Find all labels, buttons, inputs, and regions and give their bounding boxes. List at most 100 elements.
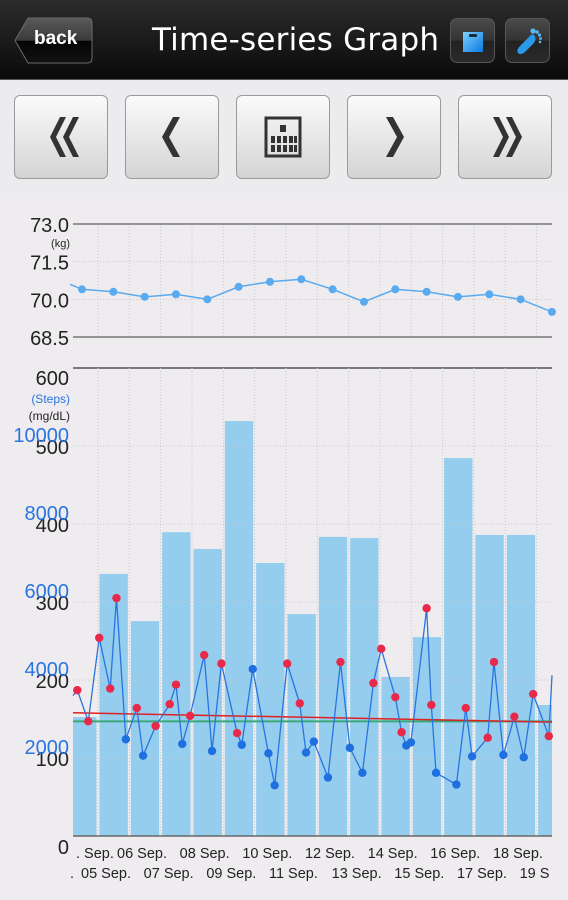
weight-data-point xyxy=(109,287,118,296)
glucose-data-point xyxy=(84,717,93,726)
glucose-data-point xyxy=(232,728,242,738)
weight-y-tick-label: 73.0 xyxy=(30,215,69,237)
glucose-data-point xyxy=(151,721,160,731)
glucose-data-point xyxy=(452,780,461,789)
weight-data-point xyxy=(359,297,368,306)
steps-y-tick-label: 8000 xyxy=(25,503,70,525)
glucose-data-point xyxy=(544,731,554,741)
glucose-y-tick-label: 600 xyxy=(36,368,69,390)
weight-data-point xyxy=(328,285,337,294)
steps-bar xyxy=(475,534,504,836)
glucose-data-point xyxy=(406,738,416,747)
glucose-data-point xyxy=(461,703,470,713)
glucose-data-point xyxy=(519,753,528,762)
weight-data-point xyxy=(78,285,86,294)
glucose-data-point xyxy=(467,752,477,761)
glucose-data-point xyxy=(178,739,187,749)
weight-data-point xyxy=(234,282,243,291)
steps-unit-label: (Steps) xyxy=(31,392,70,406)
glucose-data-point xyxy=(345,743,355,753)
glucose-data-point xyxy=(528,689,538,699)
x-tick-label: 15 Sep. xyxy=(394,866,444,882)
glucose-data-point xyxy=(112,593,121,603)
glucose-data-point xyxy=(138,751,148,760)
x-tick-label: 08 Sep. xyxy=(180,846,230,862)
glucose-data-point xyxy=(369,678,378,688)
steps-bar xyxy=(287,614,316,836)
glucose-data-point xyxy=(248,664,257,674)
glucose-data-point xyxy=(336,657,345,667)
x-tick-label: 11 Sep. xyxy=(269,866,318,882)
x-tick-label: 16 Sep. xyxy=(430,846,480,862)
weight-data-point xyxy=(453,292,462,301)
steps-glucose-chart: 0100200300400500600200040006000800010000… xyxy=(13,368,554,882)
weight-data-point xyxy=(391,285,400,294)
weight-data-point xyxy=(265,277,274,286)
weight-y-tick-label: 68.5 xyxy=(30,328,69,350)
x-tick-label: 05 Sep. xyxy=(81,866,131,882)
steps-y-tick-label: 4000 xyxy=(25,659,70,681)
time-series-charts[interactable]: 73.071.570.068.5 (kg) 010020030040050060… xyxy=(0,0,568,900)
weight-data-point xyxy=(203,295,212,304)
weight-data-point xyxy=(516,295,525,304)
glucose-data-point xyxy=(431,768,441,778)
steps-bar xyxy=(412,637,442,836)
glucose-data-point xyxy=(483,733,492,742)
x-tick-label: 14 Sep. xyxy=(368,846,418,862)
glucose-data-point xyxy=(510,712,519,721)
steps-y-tick-label: 10000 xyxy=(13,425,69,447)
x-tick-label: . Sep. xyxy=(76,846,114,862)
x-tick-label: 18 Sep. xyxy=(493,846,543,862)
glucose-data-point xyxy=(264,749,273,758)
glucose-data-point xyxy=(397,728,406,737)
weight-chart: 73.0 71.5 70.0 68.5 (kg) xyxy=(30,215,556,369)
weight-data-point xyxy=(547,307,556,316)
glucose-data-point xyxy=(185,711,195,721)
weight-data-point xyxy=(422,287,431,296)
glucose-y-tick-label: 0 xyxy=(58,837,69,859)
x-tick-label: 07 Sep. xyxy=(144,866,194,882)
glucose-data-point xyxy=(95,633,104,643)
glucose-data-point xyxy=(377,644,386,653)
x-tick-label: . xyxy=(70,866,74,882)
weight-data-point xyxy=(171,290,180,299)
glucose-data-point xyxy=(132,703,142,713)
glucose-data-point xyxy=(323,773,333,782)
steps-y-tick-label: 2000 xyxy=(25,737,70,759)
weight-y-tick-label: 70.0 xyxy=(30,290,69,312)
glucose-data-point xyxy=(165,699,174,709)
x-tick-label: 06 Sep. xyxy=(117,846,167,862)
glucose-data-point xyxy=(270,781,279,790)
weight-data-point xyxy=(140,292,149,301)
x-tick-label: 09 Sep. xyxy=(206,866,256,882)
x-tick-label: 12 Sep. xyxy=(305,846,355,862)
glucose-data-point xyxy=(207,746,217,756)
x-tick-label: 13 Sep. xyxy=(332,866,382,882)
glucose-data-point xyxy=(283,659,292,668)
glucose-data-point xyxy=(121,735,131,744)
glucose-data-point xyxy=(217,659,226,668)
weight-y-tick-label: 71.5 xyxy=(30,253,69,275)
x-tick-label: 19 S xyxy=(520,866,550,882)
glucose-data-point xyxy=(358,768,367,778)
steps-bar xyxy=(506,534,536,836)
glucose-data-point xyxy=(391,692,400,702)
glucose-data-point xyxy=(199,650,209,660)
glucose-data-point xyxy=(489,657,499,667)
glucose-data-point xyxy=(301,748,311,757)
glucose-data-point xyxy=(499,750,508,760)
weight-unit-label: (kg) xyxy=(51,238,70,250)
glucose-data-point xyxy=(73,685,82,695)
steps-bar xyxy=(256,563,285,836)
steps-y-tick-label: 6000 xyxy=(25,581,70,603)
glucose-data-point xyxy=(427,700,436,710)
glucose-data-point xyxy=(105,684,115,693)
weight-data-point xyxy=(485,290,494,299)
glucose-data-point xyxy=(309,737,319,746)
glucose-data-point xyxy=(422,604,431,613)
x-tick-label: 10 Sep. xyxy=(242,846,292,862)
glucose-data-point xyxy=(237,740,246,749)
glucose-data-point xyxy=(171,680,181,689)
glucose-data-point xyxy=(295,699,304,708)
weight-data-point xyxy=(297,275,306,284)
